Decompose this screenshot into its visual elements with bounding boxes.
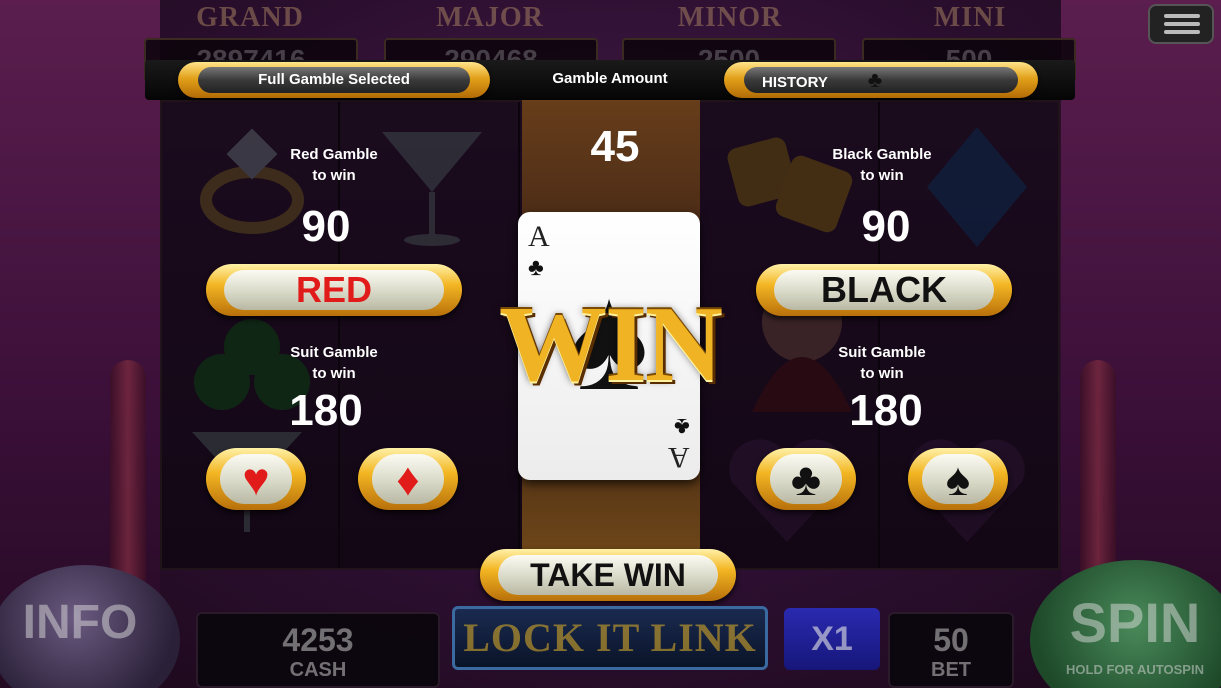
history-label: HISTORY <box>762 74 828 91</box>
card-rank-bottom: A <box>668 441 690 474</box>
suit-gamble-left-label: Suit Gamble to win <box>244 342 424 384</box>
menu-icon <box>1164 14 1200 18</box>
black-button-label: BLACK <box>774 270 994 310</box>
history-inner: HISTORY ♣ <box>744 67 1018 93</box>
red-gamble-value: 90 <box>301 202 351 251</box>
card-suit-bottom-icon: ♣ <box>674 413 690 440</box>
cash-display: 4253 CASH <box>196 612 440 688</box>
multiplier-button[interactable]: X1 <box>784 608 880 670</box>
suit-gamble-right-label: Suit Gamble to win <box>792 342 972 384</box>
red-gamble-label-line2: to win <box>312 167 356 184</box>
gamble-amount-value: 45 <box>590 122 640 171</box>
take-win-button[interactable]: TAKE WIN <box>480 549 736 601</box>
menu-button[interactable] <box>1148 4 1214 44</box>
bet-label: BET <box>931 659 971 681</box>
spade-icon: ♠ <box>922 454 994 504</box>
spin-label: SPIN <box>1069 591 1201 654</box>
diamond-icon: ♦ <box>372 454 444 504</box>
gamble-amount-label: Gamble Amount <box>552 70 668 87</box>
full-gamble-label: Full Gamble Selected <box>198 67 470 93</box>
cash-label: CASH <box>289 659 347 681</box>
spin-sub-label: HOLD FOR AUTOSPIN <box>1066 662 1204 677</box>
heart-icon: ♥ <box>220 454 292 504</box>
jackpot-grand-title: GRAND <box>196 2 304 33</box>
menu-icon-line <box>1164 22 1200 26</box>
suit-gamble-right-line1: Suit Gamble <box>838 344 926 361</box>
jackpot-mini-title: MINI <box>933 2 1007 33</box>
suit-gamble-left-value: 180 <box>289 386 363 435</box>
spade-button[interactable]: ♠ <box>908 448 1008 510</box>
suit-gamble-right-line2: to win <box>860 365 904 382</box>
heart-button[interactable]: ♥ <box>206 448 306 510</box>
black-gamble-label-line1: Black Gamble <box>832 146 932 163</box>
black-gamble-value: 90 <box>861 202 911 251</box>
club-button[interactable]: ♣ <box>756 448 856 510</box>
cash-value: 4253 <box>282 622 354 658</box>
take-win-label: TAKE WIN <box>498 555 718 595</box>
history-button[interactable]: HISTORY ♣ <box>724 62 1038 98</box>
black-button[interactable]: BLACK <box>756 264 1012 316</box>
suit-gamble-left-line1: Suit Gamble <box>290 344 378 361</box>
club-icon: ♣ <box>867 67 883 92</box>
diamond-button[interactable]: ♦ <box>358 448 458 510</box>
menu-icon-line <box>1164 30 1200 34</box>
full-gamble-pill[interactable]: Full Gamble Selected <box>178 62 490 98</box>
lock-it-link-logo: LOCK IT LINK <box>452 606 768 670</box>
jackpot-major-title: MAJOR <box>436 2 544 33</box>
red-button[interactable]: RED <box>206 264 462 316</box>
club-suit-icon: ♣ <box>770 454 842 504</box>
black-gamble-label-line2: to win <box>860 167 904 184</box>
red-gamble-label-line1: Red Gamble <box>290 146 378 163</box>
info-label: INFO <box>22 596 138 649</box>
red-button-label: RED <box>224 270 444 310</box>
win-banner: WIN <box>498 285 723 404</box>
suit-gamble-left-line2: to win <box>312 365 356 382</box>
bet-value: 50 <box>933 622 969 658</box>
jackpot-minor-title: MINOR <box>677 2 783 33</box>
bet-display[interactable]: 50 BET <box>888 612 1014 688</box>
red-gamble-label: Red Gamble to win <box>244 144 424 186</box>
suit-gamble-right-value: 180 <box>849 386 923 435</box>
black-gamble-label: Black Gamble to win <box>792 144 972 186</box>
card-rank-top: A <box>528 220 550 253</box>
